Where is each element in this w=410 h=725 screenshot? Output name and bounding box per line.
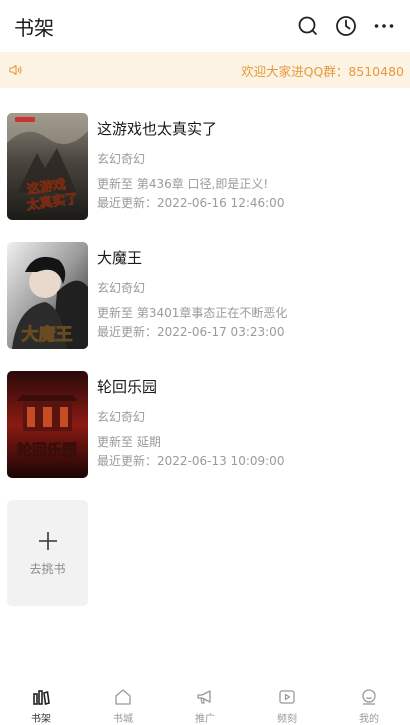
profile-icon (362, 689, 376, 705)
top-header: 书架 (0, 0, 410, 52)
header-actions (296, 14, 396, 38)
book-cover[interactable]: 轮回乐园 (7, 371, 88, 478)
plus-icon (38, 531, 57, 550)
bookshelf-list: 这游戏 太真实了 这游戏也太真实了 玄幻奇幻 更新至 第436章 口径,即是正义… (0, 108, 410, 495)
bookshelf-icon (33, 690, 50, 706)
tab-label: 推广 (195, 714, 215, 725)
tab-video[interactable]: 频刻 (246, 683, 328, 725)
tab-label: 我的 (359, 714, 379, 725)
page-title: 书架 (14, 15, 54, 40)
home-icon (115, 689, 131, 705)
book-title[interactable]: 轮回乐园 (97, 376, 157, 397)
book-item[interactable]: 轮回乐园 轮回乐园 玄幻奇幻 更新至 延期 最近更新：2022-06-13 10… (0, 366, 410, 495)
notice-bar[interactable]: 欢迎大家进QQ群：8510480 (0, 52, 410, 88)
tab-label: 书架 (31, 714, 51, 725)
book-updated-time: 最近更新：2022-06-17 03:23:00 (97, 325, 285, 339)
bottom-tab-bar: 书架 书城 推广 频刻 我的 (0, 683, 410, 725)
search-icon (298, 16, 317, 35)
tab-bookshelf[interactable]: 书架 (0, 683, 82, 725)
history-button[interactable] (334, 14, 358, 38)
book-updated-time: 最近更新：2022-06-16 12:46:00 (97, 196, 285, 210)
speaker-icon (9, 64, 22, 76)
book-genre: 玄幻奇幻 (97, 410, 146, 424)
more-button[interactable] (372, 14, 396, 38)
megaphone-icon (197, 690, 211, 704)
tab-promote[interactable]: 推广 (164, 683, 246, 725)
svg-text:大魔王: 大魔王 (22, 324, 73, 345)
more-icon (374, 24, 394, 28)
tab-label: 书城 (113, 714, 133, 725)
book-latest-chapter: 更新至 第3401章事态正在不断恶化 (97, 306, 288, 320)
book-updated-time: 最近更新：2022-06-13 10:09:00 (97, 454, 285, 468)
book-genre: 玄幻奇幻 (97, 281, 146, 295)
video-icon (279, 690, 295, 704)
search-button[interactable] (296, 14, 320, 38)
add-book-button[interactable]: 去挑书 (7, 500, 88, 606)
notice-text: 欢迎大家进QQ群：8510480 (241, 63, 404, 79)
add-book-label: 去挑书 (29, 561, 66, 576)
svg-text:轮回乐园: 轮回乐园 (17, 441, 77, 459)
tab-label: 频刻 (277, 714, 297, 725)
book-item[interactable]: 这游戏 太真实了 这游戏也太真实了 玄幻奇幻 更新至 第436章 口径,即是正义… (0, 108, 410, 237)
clock-icon (336, 16, 356, 36)
tab-profile[interactable]: 我的 (328, 683, 410, 725)
book-genre: 玄幻奇幻 (97, 152, 146, 166)
book-title[interactable]: 大魔王 (97, 247, 142, 268)
tab-bookstore[interactable]: 书城 (82, 683, 164, 725)
book-latest-chapter: 更新至 第436章 口径,即是正义! (97, 177, 269, 191)
book-item[interactable]: 大魔王 大魔王 玄幻奇幻 更新至 第3401章事态正在不断恶化 最近更新：202… (0, 237, 410, 366)
book-latest-chapter: 更新至 延期 (97, 435, 161, 449)
book-title[interactable]: 这游戏也太真实了 (97, 118, 217, 139)
book-cover[interactable]: 大魔王 (7, 242, 88, 349)
book-cover[interactable]: 这游戏 太真实了 (7, 113, 88, 220)
